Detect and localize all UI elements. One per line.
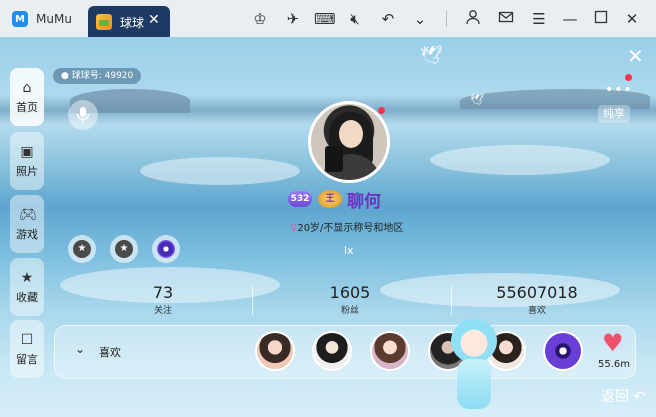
medal-icon: ★ (73, 240, 91, 258)
minimize-icon[interactable]: — (560, 9, 580, 29)
home-icon: ⌂ (22, 79, 32, 96)
app-name: MuMu (36, 12, 72, 26)
stat-divider (451, 285, 452, 315)
nav-item-photo[interactable]: ▣ 照片 (10, 132, 44, 190)
likes-count: 55.6m (598, 359, 631, 370)
stat-value: 55607018 (496, 283, 578, 302)
notification-dot (625, 74, 632, 81)
window-close-icon[interactable]: ✕ (622, 9, 642, 29)
liker-avatar[interactable] (370, 331, 410, 371)
keyboard-icon[interactable]: ⌨ (314, 9, 336, 29)
stat-value: 73 (152, 283, 174, 302)
menu-icon[interactable]: ☰ (529, 9, 549, 29)
star-icon: ★ (20, 269, 34, 286)
sea-foam (140, 157, 300, 185)
stat-label: 关注 (153, 306, 172, 316)
level-badge: 532 (288, 191, 312, 207)
medal-badge[interactable]: ★ (110, 235, 138, 263)
user-icon[interactable] (463, 9, 483, 29)
back-arrow-icon: ↶ (633, 389, 646, 405)
liker-avatar[interactable] (255, 331, 295, 371)
medal-badge[interactable]: ★ (68, 235, 96, 263)
avatar-notification-dot (378, 107, 385, 114)
sea-foam (430, 145, 610, 175)
nav-item-home[interactable]: ⌂ 首页 (10, 68, 44, 126)
stat-label: 喜欢 (527, 306, 546, 316)
mail-icon[interactable] (496, 9, 516, 29)
nav-item-messages[interactable]: ☐ 留言 (10, 320, 44, 378)
back-label: 返回 (601, 389, 629, 405)
nav-label: 游戏 (16, 227, 38, 241)
nav-label: 首页 (16, 100, 38, 114)
titlebar-divider (446, 11, 447, 27)
back-button[interactable]: 返回 ↶ (601, 386, 645, 406)
vip-badge: 王 (318, 190, 342, 208)
window-titlebar: M MuMu 球球 ✕ ♔ ✈ ⌨ 🔇︎ ↶ ⌄ ☰ — ✕ (0, 0, 656, 37)
undo-icon[interactable]: ↶ (378, 9, 398, 29)
heart-icon[interactable]: ♥ (602, 331, 624, 355)
crown-icon[interactable]: ♔ (250, 9, 270, 29)
liker-avatar[interactable] (312, 331, 352, 371)
gamepad-icon: 🎮︎ (19, 206, 37, 223)
side-nav: ⌂ 首页 ▣ 照片 🎮︎ 游戏 ★ 收藏 ☐ 留言 (10, 68, 44, 378)
voice-button[interactable] (68, 100, 98, 130)
microphone-icon (76, 107, 90, 123)
seagull-icon: 🕊︎ (470, 93, 484, 106)
tab-title: 球球 (120, 16, 145, 30)
nickname: 聊何 (347, 192, 381, 212)
close-icon[interactable]: ✕ (627, 46, 644, 66)
seagull-icon: 🕊︎ (420, 45, 443, 66)
liker-avatar[interactable] (543, 331, 583, 371)
tab-game[interactable]: 球球 ✕ (88, 6, 170, 37)
photo-icon: ▣ (20, 143, 34, 160)
stat-label: 粉丝 (340, 306, 359, 316)
bio-line: ♀20岁/不显示称号和地区 (290, 219, 403, 234)
nav-label: 照片 (16, 164, 38, 178)
profile-avatar[interactable] (308, 101, 390, 183)
medal-badge[interactable] (152, 235, 180, 263)
game-tab-icon (96, 14, 112, 30)
mute-icon[interactable]: 🔇︎ (345, 9, 365, 29)
uid-badge: ● 球球号: 49920 (53, 68, 142, 84)
nav-label: 留言 (16, 352, 38, 366)
stat-divider (252, 285, 253, 315)
stat-likes[interactable]: 55607018 喜欢 (488, 283, 586, 316)
likes-label: 喜欢 (99, 346, 121, 359)
player-character (443, 317, 503, 417)
mumu-logo-icon: M (12, 11, 28, 27)
operation-icon[interactable]: ✈ (283, 9, 303, 29)
stat-followers[interactable]: 1605 粉丝 (320, 283, 380, 316)
game-viewport: 🕊︎ 🕊︎ ⌂ 首页 ▣ 照片 🎮︎ 游戏 ★ 收藏 ☐ 留言 ● 球球号: 4… (0, 37, 656, 417)
tab-close-button[interactable]: ✕ (148, 12, 160, 28)
nav-item-favorites[interactable]: ★ 收藏 (10, 258, 44, 316)
bio-text: 20岁/不显示称号和地区 (297, 223, 404, 234)
chevron-down-icon[interactable]: ⌄ (75, 342, 85, 356)
share-button[interactable]: 纯享 (598, 105, 630, 123)
stat-following[interactable]: 73 关注 (140, 283, 186, 316)
more-options-icon[interactable]: ••• (605, 82, 633, 98)
maximize-icon[interactable] (591, 9, 611, 29)
nav-label: 收藏 (16, 290, 38, 304)
uid-text: 球球号: 49920 (71, 71, 134, 81)
stat-value: 1605 (329, 283, 371, 302)
nav-item-games[interactable]: 🎮︎ 游戏 (10, 195, 44, 253)
chevron-down-icon[interactable]: ⌄ (410, 9, 430, 29)
eye-medal-icon (157, 240, 175, 258)
medal-icon: ★ (115, 240, 133, 258)
message-icon: ☐ (20, 331, 34, 348)
signature: lx (344, 244, 354, 257)
